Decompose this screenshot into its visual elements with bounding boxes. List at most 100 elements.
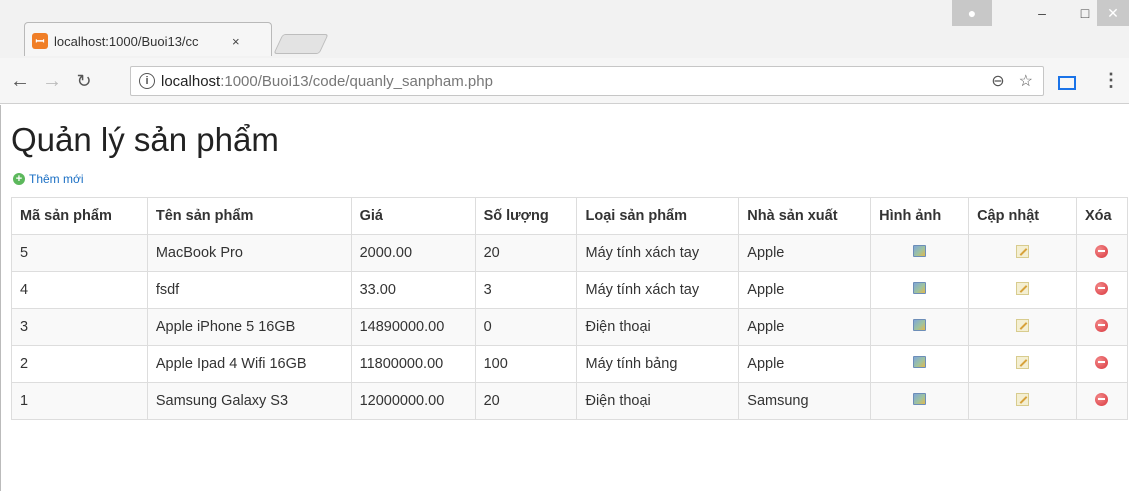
zoom-icon[interactable]: ⊖ — [991, 71, 1004, 91]
cell-delete — [1075, 271, 1129, 309]
cell-delete — [1075, 308, 1129, 346]
delete-icon[interactable] — [1095, 318, 1109, 332]
table-header-row: Mã sản phẩm Tên sản phẩm Giá Số lượng Lo… — [11, 197, 1129, 235]
url-path: :1000/Buoi13/code/quanly_sanpham.php — [220, 72, 493, 90]
header-update: Cập nhật — [968, 197, 1077, 235]
delete-icon[interactable] — [1095, 355, 1109, 369]
cell-update — [968, 382, 1077, 420]
edit-icon[interactable] — [1016, 355, 1030, 369]
minimize-window-icon[interactable]: – — [1020, 0, 1064, 26]
cell-product-id: 5 — [11, 234, 148, 272]
cell-delete — [1075, 382, 1129, 420]
tab-title: localhost:1000/Buoi13/cc — [54, 33, 199, 49]
cell-image — [870, 345, 970, 383]
add-new-link[interactable]: + Thêm mới — [13, 172, 84, 186]
cell-quantity: 3 — [474, 271, 578, 309]
add-new-label: Thêm mới — [29, 172, 84, 186]
cell-manufacturer: Apple — [738, 308, 872, 346]
xampp-favicon-icon: ꟷ — [32, 33, 48, 49]
address-bar[interactable]: i localhost:1000/Buoi13/code/quanly_sanp… — [130, 66, 1044, 96]
header-image: Hình ảnh — [870, 197, 970, 235]
forward-arrow-icon[interactable]: → — [40, 68, 64, 94]
site-info-icon[interactable]: i — [139, 73, 155, 89]
cell-product-name: MacBook Pro — [146, 234, 352, 272]
cell-update — [968, 271, 1077, 309]
cell-quantity: 100 — [474, 345, 578, 383]
header-product-type: Loại sản phẩm — [576, 197, 740, 235]
cell-image — [870, 308, 970, 346]
page-title: Quản lý sản phẩm — [11, 121, 279, 158]
cell-product-type: Máy tính xách tay — [576, 271, 740, 309]
edit-icon[interactable] — [1016, 318, 1030, 332]
cell-quantity: 20 — [474, 382, 578, 420]
image-icon[interactable] — [913, 319, 927, 331]
cell-manufacturer: Apple — [738, 345, 872, 383]
cell-product-name: Apple Ipad 4 Wifi 16GB — [146, 345, 352, 383]
reload-icon[interactable]: ↻ — [72, 68, 96, 94]
delete-icon[interactable] — [1095, 392, 1109, 406]
edit-icon[interactable] — [1016, 244, 1030, 258]
image-icon[interactable] — [913, 282, 927, 294]
cell-delete — [1075, 234, 1129, 272]
cell-price: 2000.00 — [350, 234, 476, 272]
table-row: 3 Apple iPhone 5 16GB 14890000.00 0 Điện… — [11, 308, 1129, 346]
cell-product-type: Máy tính bảng — [576, 345, 740, 383]
delete-icon[interactable] — [1095, 244, 1109, 258]
product-table: Mã sản phẩm Tên sản phẩm Giá Số lượng Lo… — [11, 197, 1129, 420]
header-delete: Xóa — [1075, 197, 1129, 235]
cell-product-id: 2 — [11, 345, 148, 383]
header-manufacturer: Nhà sản xuất — [738, 197, 872, 235]
cell-update — [968, 234, 1077, 272]
cell-image — [870, 382, 970, 420]
image-icon[interactable] — [913, 356, 927, 368]
header-price: Giá — [350, 197, 476, 235]
browser-chrome: ꟷ localhost:1000/Buoi13/cc × ● – □ ✕ — [0, 0, 1129, 62]
cell-price: 14890000.00 — [350, 308, 476, 346]
edit-icon[interactable] — [1016, 281, 1030, 295]
bookmark-star-icon[interactable]: ☆ — [1019, 71, 1033, 91]
cell-delete — [1075, 345, 1129, 383]
omnibox-actions: ⊖ ☆ — [991, 71, 1033, 91]
image-icon[interactable] — [913, 393, 927, 405]
page-content: Quản lý sản phẩm + Thêm mới Mã sản phẩm … — [0, 105, 1129, 491]
browser-menu-icon[interactable]: ⋮ — [1102, 70, 1120, 91]
close-window-icon[interactable]: ✕ — [1097, 0, 1129, 26]
cell-product-id: 4 — [11, 271, 148, 309]
cell-update — [968, 345, 1077, 383]
header-product-id: Mã sản phẩm — [11, 197, 148, 235]
image-icon[interactable] — [913, 245, 927, 257]
cell-manufacturer: Apple — [738, 271, 872, 309]
cell-product-name: fsdf — [146, 271, 352, 309]
cell-product-name: Samsung Galaxy S3 — [146, 382, 352, 420]
cell-image — [870, 234, 970, 272]
table-row: 4 fsdf 33.00 3 Máy tính xách tay Apple — [11, 271, 1129, 309]
delete-icon[interactable] — [1095, 281, 1109, 295]
cell-product-id: 1 — [11, 382, 148, 420]
edit-icon[interactable] — [1016, 392, 1030, 406]
cell-quantity: 20 — [474, 234, 578, 272]
cell-price: 12000000.00 — [350, 382, 476, 420]
browser-tab-content[interactable]: ꟷ localhost:1000/Buoi13/cc × — [32, 26, 240, 56]
header-product-name: Tên sản phẩm — [146, 197, 352, 235]
cast-extension-icon[interactable] — [1058, 76, 1076, 90]
table-row: 1 Samsung Galaxy S3 12000000.00 20 Điện … — [11, 382, 1129, 420]
cell-product-name: Apple iPhone 5 16GB — [146, 308, 352, 346]
cell-price: 11800000.00 — [350, 345, 476, 383]
tab-close-icon[interactable]: × — [232, 34, 240, 49]
cell-image — [870, 271, 970, 309]
table-row: 2 Apple Ipad 4 Wifi 16GB 11800000.00 100… — [11, 345, 1129, 383]
cell-price: 33.00 — [350, 271, 476, 309]
new-tab-button[interactable] — [273, 34, 329, 54]
cell-product-type: Điện thoại — [576, 382, 740, 420]
cell-manufacturer: Samsung — [738, 382, 872, 420]
back-arrow-icon[interactable]: ← — [8, 68, 32, 94]
user-profile-icon[interactable]: ● — [952, 0, 992, 26]
browser-toolbar: ← → ↻ i localhost:1000/Buoi13/code/quanl… — [0, 58, 1129, 104]
header-quantity: Số lượng — [474, 197, 578, 235]
address-url[interactable]: localhost:1000/Buoi13/code/quanly_sanpha… — [161, 73, 493, 90]
cell-quantity: 0 — [474, 308, 578, 346]
table-row: 5 MacBook Pro 2000.00 20 Máy tính xách t… — [11, 234, 1129, 272]
cell-manufacturer: Apple — [738, 234, 872, 272]
cell-update — [968, 308, 1077, 346]
cell-product-type: Điện thoại — [576, 308, 740, 346]
